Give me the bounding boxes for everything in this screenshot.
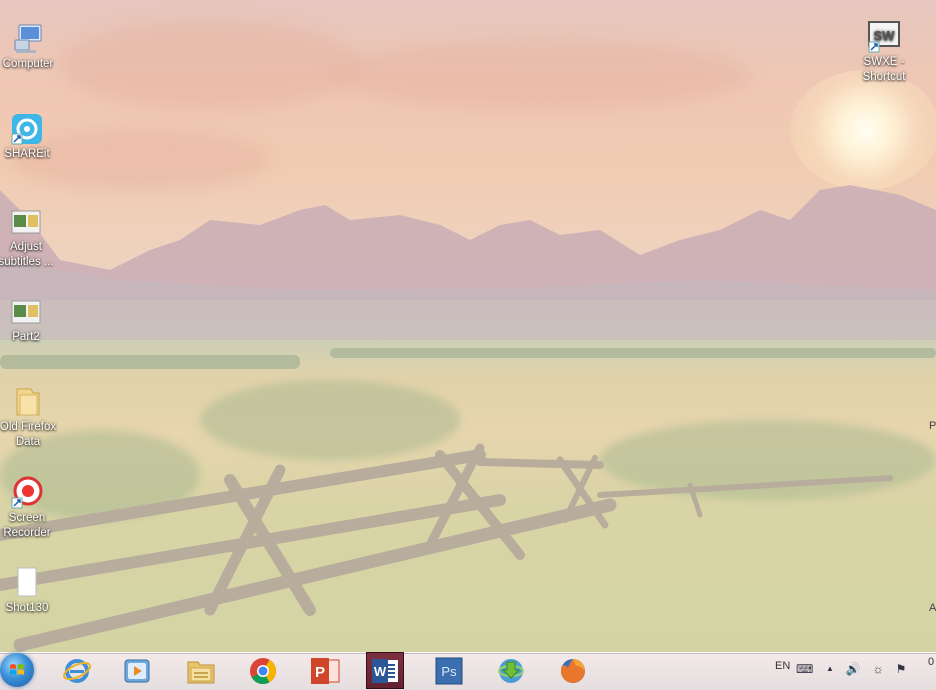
svg-text:Ps: Ps — [441, 664, 457, 679]
powerpoint-icon: P — [311, 657, 340, 684]
taskbar-google-chrome[interactable] — [238, 652, 288, 689]
offscreen-icon-label: P — [929, 420, 936, 432]
wallpaper-sun — [790, 70, 936, 190]
volume-icon[interactable]: 🔊 — [845, 661, 861, 677]
power-icon[interactable]: ☼ — [870, 661, 886, 677]
desktop-icon-swxe-shortcut[interactable]: SW SWXE - Shortcut — [848, 20, 920, 85]
desktop-icon-shareit[interactable]: SHAREit — [0, 112, 63, 162]
wallpaper-cloud — [60, 20, 360, 110]
desktop-icon-label: Shot130 — [5, 602, 49, 614]
desktop-icon-old-firefox-data[interactable]: Old Firefox Data — [0, 385, 64, 450]
desktop-icon-label-line2: subtitles ... — [0, 256, 54, 268]
wallpaper-fence — [0, 443, 893, 652]
desktop-icon-label: Part2 — [12, 331, 40, 343]
clock[interactable]: 0 — [928, 656, 934, 668]
video-file-icon — [9, 295, 43, 329]
svg-text:P: P — [315, 664, 325, 681]
taskbar-photoshop[interactable]: Ps — [424, 652, 474, 689]
folder-icon — [11, 385, 45, 419]
desktop-wallpaper[interactable] — [0, 0, 936, 652]
document-icon — [10, 566, 44, 600]
language-indicator[interactable]: EN — [775, 660, 790, 672]
taskbar-powerpoint[interactable]: P — [300, 652, 350, 689]
firefox-icon — [560, 658, 585, 683]
show-hidden-icons-icon[interactable]: ▲ — [822, 661, 838, 677]
taskbar-internet-explorer[interactable] — [52, 652, 102, 689]
desktop-icon-label-line1: Adjust — [10, 241, 42, 253]
desktop-icon-shot130[interactable]: Shot130 — [0, 566, 63, 616]
wallpaper-cloud — [330, 40, 750, 110]
desktop-icon-label-line1: Old Firefox — [0, 421, 57, 433]
desktop-icon-label-line2: Data — [15, 436, 41, 448]
action-center-flag-icon[interactable]: ⚑ — [893, 661, 909, 677]
taskbar-internet-download-manager[interactable] — [486, 652, 536, 689]
desktop-icon-label-line2: Shortcut — [862, 71, 906, 83]
folder-icon — [187, 661, 215, 683]
desktop-icon-label-line2: Recorder — [3, 527, 51, 539]
chrome-icon — [250, 657, 277, 684]
photoshop-icon: Ps — [435, 657, 463, 684]
video-file-icon — [9, 205, 43, 239]
shareit-icon — [10, 112, 44, 146]
desktop-icon-label-line1: SWXE - — [863, 56, 905, 68]
wallpaper-treeline — [330, 348, 936, 358]
desktop-icon-label-line1: Screen — [8, 512, 46, 524]
svg-text:SW: SW — [874, 28, 896, 43]
download-manager-icon — [498, 658, 524, 683]
desktop-icon-adjust-subtitles[interactable]: Adjust subtitles ... — [0, 205, 62, 270]
word-icon: W — [372, 658, 398, 683]
desktop-icon-screen-recorder[interactable]: Screen Recorder — [0, 476, 63, 541]
screen-recorder-icon — [10, 476, 44, 510]
taskbar-windows-media-player[interactable] — [112, 652, 162, 689]
taskbar-word[interactable]: W — [366, 652, 404, 689]
taskbar-windows-explorer[interactable] — [176, 652, 226, 689]
desktop-icon-label: Computer — [2, 58, 54, 70]
desktop-icon-part2[interactable]: Part2 — [0, 295, 62, 345]
taskbar-firefox[interactable] — [548, 652, 598, 689]
media-player-icon — [124, 659, 150, 682]
swxe-shortcut-icon: SW — [867, 20, 901, 54]
svg-text:W: W — [374, 664, 387, 679]
desktop-icon-computer[interactable]: Computer — [0, 22, 64, 72]
wallpaper-treeline — [0, 355, 300, 369]
windows-logo-icon — [10, 664, 24, 675]
internet-explorer-icon — [63, 658, 91, 683]
computer-icon — [11, 22, 45, 56]
keyboard-icon[interactable]: ⌨ — [796, 661, 813, 677]
offscreen-icon-label: A — [929, 602, 936, 614]
desktop-icon-label: SHAREit — [4, 148, 50, 160]
